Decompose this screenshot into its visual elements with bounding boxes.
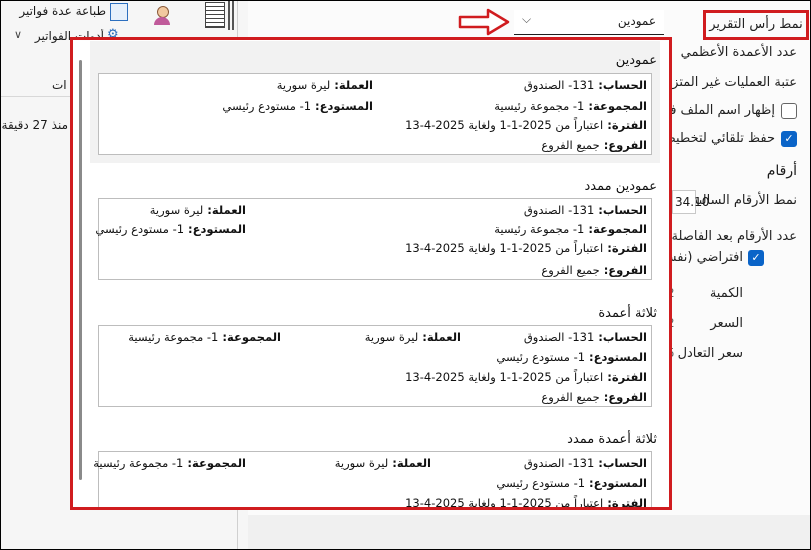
label: العملة — [426, 330, 461, 344]
option-title[interactable]: ثلاثة أعمدة ممدد — [567, 432, 657, 447]
label: المستودع — [192, 222, 246, 236]
report-header-style-label: نمط رأس التقرير — [703, 10, 809, 40]
value: ليرة سورية — [334, 456, 389, 470]
decimals-label: عدد الأرقام بعد الفاصلة ا — [663, 229, 797, 244]
value: 1- مستودع رئيسي — [95, 222, 185, 236]
default-checkbox[interactable]: ✓ — [748, 250, 764, 266]
report-icon — [205, 2, 225, 28]
value: 1- مستودع رئيسي — [222, 99, 312, 113]
option-preview[interactable]: الحساب: 131- الصندوق العملة: ليرة سورية … — [98, 73, 652, 155]
max-columns-label: عدد الأعمدة الأعظمي — [680, 45, 797, 60]
value: جميع الفروع — [541, 390, 600, 404]
quantity-label: الكمية — [709, 286, 743, 301]
value: اعتباراً من 2025-1-1 ولغاية 2025-4-13 — [405, 370, 604, 384]
value: اعتباراً من 2025-1-1 ولغاية 2025-4-13 — [405, 241, 604, 255]
column-header: ات — [52, 78, 67, 92]
label: العملة — [211, 203, 246, 217]
label: الفروع — [608, 138, 647, 152]
label: الحساب — [602, 456, 647, 470]
label: الفترة — [611, 496, 647, 510]
header-style-dropdown[interactable]: عمودين ⌵ — [514, 10, 664, 35]
value: 131- الصندوق — [523, 330, 595, 344]
modified-time: منذ 27 دقيقة — [1, 118, 68, 132]
auto-save-checkbox[interactable]: ✓ — [781, 131, 797, 147]
header-style-popup: عمودين الحساب: 131- الصندوق العملة: ليرة… — [70, 37, 672, 510]
value: جميع الفروع — [541, 138, 600, 152]
value: 1- مجموعة رئيسية — [494, 99, 585, 113]
value: ليرة سورية — [364, 330, 419, 344]
value: 1- مستودع رئيسي — [496, 476, 586, 490]
arrow-icon — [458, 8, 510, 36]
label: المجموعة — [226, 330, 281, 344]
exchange-label: سعر التعادل — [677, 346, 743, 361]
value: 131- الصندوق — [523, 78, 595, 92]
numbers-section-title: أرقام — [766, 163, 797, 179]
label: المجموعة — [592, 222, 647, 236]
option-preview[interactable]: الحساب: 131- الصندوق العملة: ليرة سورية … — [95, 198, 652, 280]
toolbar-grip — [228, 0, 236, 30]
chevron-down-icon: ⌵ — [522, 12, 532, 26]
user-icon — [153, 2, 171, 25]
label: العملة — [338, 78, 373, 92]
async-threshold-label: عتبة العمليات غير المتزامنة — [650, 75, 797, 90]
label: الفروع — [608, 263, 647, 277]
printer-icon — [110, 3, 128, 21]
value: ليرة سورية — [149, 203, 204, 217]
header-style-value: عمودين — [617, 14, 656, 28]
option-title[interactable]: ثلاثة أعمدة — [598, 306, 657, 321]
label: المجموعة — [592, 99, 647, 113]
value: اعتباراً من 2025-1-1 ولغاية 2025-4-13 — [405, 118, 604, 132]
option-preview[interactable]: الحساب: 131- الصندوق العملة: ليرة سورية … — [93, 451, 652, 510]
show-filename-checkbox[interactable] — [781, 103, 797, 119]
label: الحساب — [602, 78, 647, 92]
value: جميع الفروع — [541, 263, 600, 277]
price-label: السعر — [710, 316, 743, 331]
option-preview[interactable]: الحساب: 131- الصندوق العملة: ليرة سورية … — [98, 325, 652, 407]
value: 131- الصندوق — [523, 203, 595, 217]
label: المستودع — [593, 476, 647, 490]
value: 131- الصندوق — [523, 456, 595, 470]
label: الحساب — [602, 203, 647, 217]
label: المستودع — [319, 99, 373, 113]
negative-style-input[interactable]: 34.10 — [672, 190, 709, 214]
label: المجموعة — [191, 456, 246, 470]
option-title[interactable]: عمودين ممدد — [584, 179, 657, 194]
value: ليرة سورية — [276, 78, 331, 92]
value: 1- مستودع رئيسي — [496, 350, 586, 364]
option-title[interactable]: عمودين — [616, 53, 657, 68]
label: الفترة — [611, 241, 647, 255]
print-invoices-link[interactable]: طباعة عدة فواتير — [6, 4, 106, 18]
label: المستودع — [593, 350, 647, 364]
label: الفترة — [611, 118, 647, 132]
label: الحساب — [602, 330, 647, 344]
label: العملة — [396, 456, 431, 470]
chevron-down-icon[interactable]: ∨ — [14, 28, 22, 41]
value: 1- مجموعة رئيسية — [93, 456, 184, 470]
scrollbar[interactable] — [79, 60, 82, 480]
label: الفترة — [611, 370, 647, 384]
value: 1- مجموعة رئيسية — [128, 330, 219, 344]
panel-footer — [248, 515, 810, 550]
label: الفروع — [608, 390, 647, 404]
value: اعتباراً من 2025-1-1 ولغاية 2025-4-13 — [405, 496, 604, 510]
value: 1- مجموعة رئيسية — [494, 222, 585, 236]
